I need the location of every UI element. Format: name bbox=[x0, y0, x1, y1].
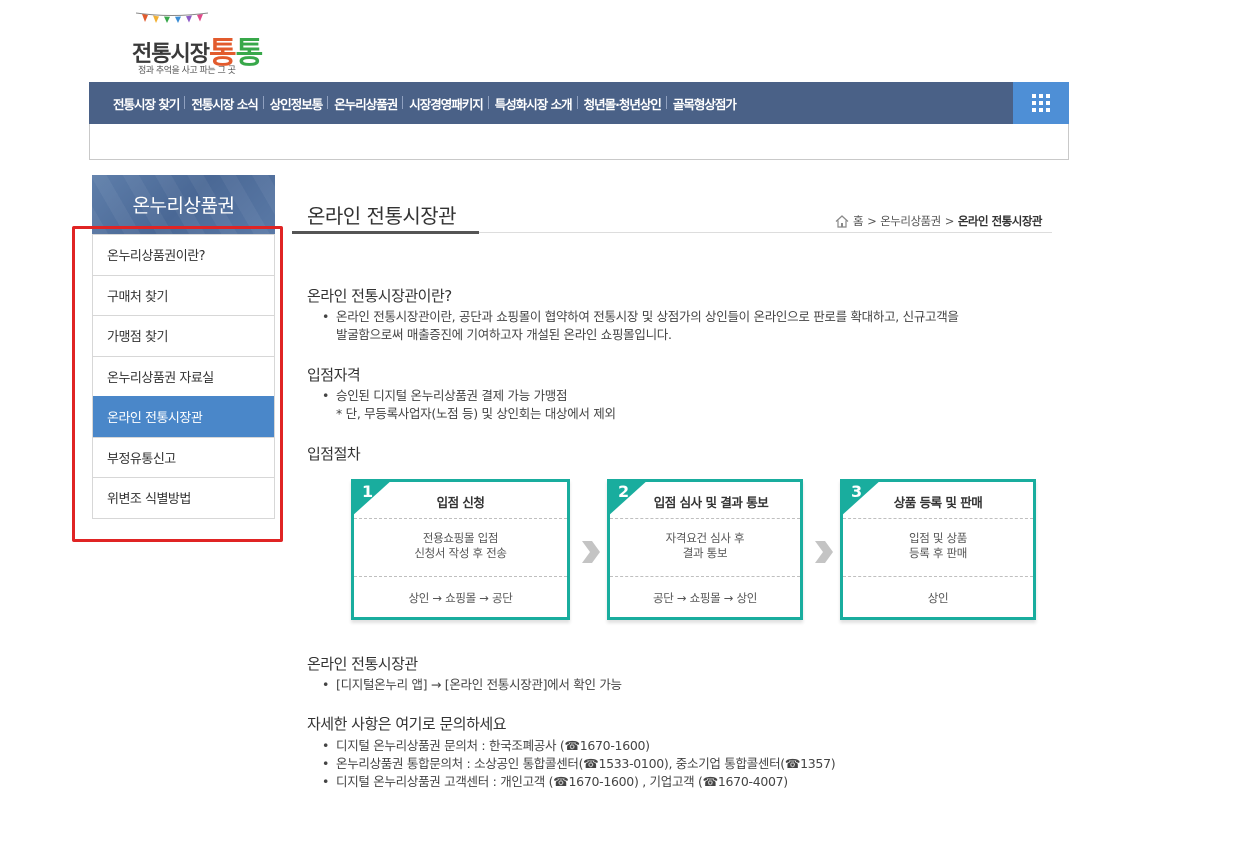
breadcrumb: 홈 > 온누리상품권 > 온라인 전통시장관 bbox=[835, 213, 1043, 229]
side-menu-item-purchase-location[interactable]: 구매처 찾기 bbox=[93, 274, 274, 315]
main-navigation: 전통시장 찾기 전통시장 소식 상인정보통 온누리상품권 시장경영패키지 특성화… bbox=[89, 82, 1069, 124]
gnb-item-market-search[interactable]: 전통시장 찾기 bbox=[107, 94, 185, 113]
lnb-title: 온누리상품권 bbox=[92, 175, 275, 234]
step-divider bbox=[354, 576, 567, 577]
gnb-item-management-package[interactable]: 시장경영패키지 bbox=[402, 94, 489, 113]
side-menu-item-what-is-onnuri[interactable]: 온누리상품권이란? bbox=[93, 234, 274, 275]
page-title: 온라인 전통시장관 bbox=[307, 204, 457, 228]
chevron-right-icon bbox=[582, 541, 600, 563]
step-description: 전용쇼핑몰 입점 신청서 작성 후 전송 bbox=[414, 531, 507, 560]
gnb-item-special-market[interactable]: 특성화시장 소개 bbox=[487, 94, 578, 113]
gnb-item-alley-shops[interactable]: 골목형상점가 bbox=[665, 94, 742, 113]
side-menu: 온누리상품권이란? 구매처 찾기 가맹점 찾기 온누리상품권 자료실 온라인 전… bbox=[92, 234, 275, 519]
contact-item: 온누리상품권 통합문의처 : 소상공인 통합콜센터(☎1533-0100), 중… bbox=[322, 755, 836, 773]
gnb-item-onnuri[interactable]: 온누리상품권 bbox=[327, 94, 403, 113]
site-logo[interactable]: 전통시장통통 정과 추억을 사고 파는 그 곳 bbox=[132, 10, 263, 76]
step-flow: 공단 → 쇼핑몰 → 상인 bbox=[652, 591, 758, 605]
logo-tagline: 정과 추억을 사고 파는 그 곳 bbox=[138, 66, 236, 76]
step-title: 입점 심사 및 결과 통보 bbox=[653, 495, 769, 510]
home-icon[interactable] bbox=[835, 214, 849, 228]
all-menu-button[interactable] bbox=[1013, 82, 1069, 124]
section-body-contact: 디지털 온누리상품권 문의처 : 한국조폐공사 (☎1670-1600) 온누리… bbox=[322, 737, 836, 791]
step-flow: 상인 → 쇼핑몰 → 공단 bbox=[408, 591, 513, 605]
step-divider bbox=[610, 518, 800, 519]
section-body-online: [디지털온누리 앱] → [온라인 전통시장관]에서 확인 가능 bbox=[322, 676, 622, 694]
online-item: [디지털온누리 앱] → [온라인 전통시장관]에서 확인 가능 bbox=[322, 676, 622, 694]
breadcrumb-separator: > bbox=[944, 214, 955, 228]
qualification-item: 승인된 디지털 온누리상품권 결제 가능 가맹점 bbox=[322, 387, 616, 405]
step-title: 상품 등록 및 판매 bbox=[893, 495, 983, 510]
side-menu-item-online-market[interactable]: 온라인 전통시장관 bbox=[93, 396, 274, 437]
gnb-item-market-news[interactable]: 전통시장 소식 bbox=[184, 94, 263, 113]
breadcrumb-home[interactable]: 홈 bbox=[853, 213, 864, 229]
section-heading-online: 온라인 전통시장관 bbox=[307, 655, 418, 673]
chevron-right-icon bbox=[815, 541, 833, 563]
title-underline bbox=[292, 231, 479, 234]
step-divider bbox=[354, 518, 567, 519]
step-divider bbox=[610, 576, 800, 577]
step-divider bbox=[843, 518, 1033, 519]
intro-text-line1: 온라인 전통시장관이란, 공단과 쇼핑몰이 협약하여 전통시장 및 상점가의 상… bbox=[322, 308, 959, 326]
section-heading-intro: 온라인 전통시장관이란? bbox=[307, 287, 452, 305]
gnb-item-merchant-info[interactable]: 상인정보통 bbox=[262, 94, 329, 113]
intro-text-line2: 발굴함으로써 매출증진에 기여하고자 개설된 온라인 쇼핑몰입니다. bbox=[336, 327, 672, 342]
side-menu-item-affiliate-search[interactable]: 가맹점 찾기 bbox=[93, 315, 274, 356]
step-divider bbox=[843, 576, 1033, 577]
section-heading-contact: 자세한 사항은 여기로 문의하세요 bbox=[307, 715, 507, 733]
procedure-step-2: 2 입점 심사 및 결과 통보 자격요건 심사 후 결과 통보 공단 → 쇼핑몰 … bbox=[607, 479, 803, 620]
section-heading-procedure: 입점절차 bbox=[307, 445, 361, 463]
section-body-intro: 온라인 전통시장관이란, 공단과 쇼핑몰이 협약하여 전통시장 및 상점가의 상… bbox=[322, 308, 959, 344]
breadcrumb-current: 온라인 전통시장관 bbox=[957, 214, 1043, 228]
step-flow: 상인 bbox=[927, 591, 949, 605]
step-title: 입점 신청 bbox=[436, 495, 485, 510]
section-heading-qualification: 입점자격 bbox=[307, 366, 361, 384]
section-body-qualification: 승인된 디지털 온누리상품권 결제 가능 가맹점 * 단, 무등록사업자(노점 … bbox=[322, 387, 616, 423]
side-menu-item-counterfeit-check[interactable]: 위변조 식별방법 bbox=[93, 477, 274, 518]
breadcrumb-level1[interactable]: 온누리상품권 bbox=[880, 213, 941, 229]
step-description: 입점 및 상품 등록 후 판매 bbox=[908, 531, 968, 560]
side-menu-item-resources[interactable]: 온누리상품권 자료실 bbox=[93, 355, 274, 396]
sub-navigation-bar bbox=[89, 124, 1069, 160]
gnb-item-youth-mall[interactable]: 청년몰·청년상인 bbox=[576, 94, 667, 113]
breadcrumb-separator: > bbox=[867, 214, 877, 228]
procedure-step-1: 1 입점 신청 전용쇼핑몰 입점 신청서 작성 후 전송 상인 → 쇼핑몰 → 공… bbox=[351, 479, 570, 620]
bunting-flags-icon bbox=[136, 12, 208, 23]
grid-icon bbox=[1032, 94, 1050, 112]
contact-item: 디지털 온누리상품권 문의처 : 한국조폐공사 (☎1670-1600) bbox=[322, 737, 835, 755]
side-menu-item-fraud-report[interactable]: 부정유통신고 bbox=[93, 436, 274, 477]
qualification-note: * 단, 무등록사업자(노점 등) 및 상인회는 대상에서 제외 bbox=[336, 406, 616, 421]
step-description: 자격요건 심사 후 결과 통보 bbox=[665, 531, 745, 560]
contact-item: 디지털 온누리상품권 고객센터 : 개인고객 (☎1670-1600) , 기업… bbox=[322, 773, 835, 791]
procedure-step-3: 3 상품 등록 및 판매 입점 및 상품 등록 후 판매 상인 bbox=[840, 479, 1036, 620]
